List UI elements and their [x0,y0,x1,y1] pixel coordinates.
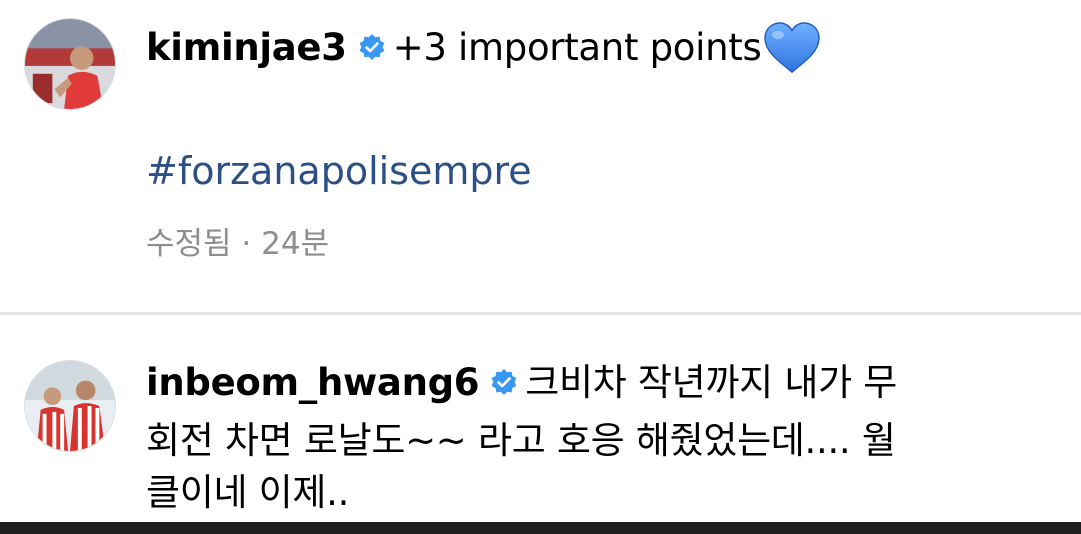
comment-timestamp[interactable]: 24분 [261,226,329,262]
avatar-inbeom-hwang6-image [25,361,115,451]
edited-label: 수정됨 [146,226,232,262]
comment-text-line-1: 크비차 작년까지 내가 무 [525,361,898,404]
username-link[interactable]: kiminjae3 [146,26,347,69]
comment-divider [0,312,1081,315]
comment-meta: 수정됨 · 24분 [146,224,329,264]
avatar-kiminjae3-image [25,19,115,109]
hashtag-link[interactable]: #forzanapolisempre [146,148,532,194]
username-link[interactable]: inbeom_hwang6 [146,361,480,404]
verified-badge-icon [357,33,387,63]
comment-header: kiminjae3 +3 important points [146,22,821,74]
comment-text: +3 important points [392,26,762,69]
verified-badge-icon [489,368,519,398]
blue-heart-icon [763,22,821,74]
avatar[interactable] [24,360,116,452]
meta-separator: · [241,226,252,262]
comment-text-line-2: 회전 차면 로날도~~ 라고 호응 해줬었는데.... 월 [146,419,896,462]
bottom-bar [0,522,1081,534]
comment-text-line-3: 클이네 이제.. [146,471,350,514]
comment-header: inbeom_hwang6 크비차 작년까지 내가 무 [146,360,897,406]
avatar[interactable] [24,18,116,110]
